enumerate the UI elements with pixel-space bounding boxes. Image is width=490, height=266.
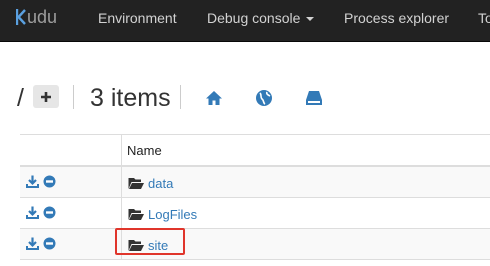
folder-link[interactable]: LogFiles — [128, 206, 197, 222]
folder-link[interactable]: data — [128, 175, 173, 191]
remove-icon[interactable] — [43, 175, 56, 188]
chevron-down-icon — [306, 17, 315, 22]
folder-open-icon — [128, 177, 144, 189]
row-actions — [20, 167, 122, 197]
row-name-cell: LogFiles — [123, 198, 490, 228]
name-column-header[interactable]: Name — [123, 135, 490, 165]
folder-name: data — [148, 175, 174, 191]
download-icon[interactable] — [26, 237, 39, 250]
highlight-annotation — [115, 228, 185, 255]
nav-tools[interactable]: To — [478, 9, 490, 29]
row-actions — [20, 198, 122, 228]
brand-text: udu — [27, 6, 58, 27]
globe-icon[interactable] — [255, 89, 273, 107]
nav-debug-console[interactable]: Debug console — [207, 9, 315, 29]
row-name-cell: data — [123, 167, 490, 197]
kudu-brand[interactable]: udu — [16, 5, 57, 29]
nav-debug-console-label: Debug console — [207, 10, 301, 26]
toolbar-divider — [180, 85, 181, 109]
top-navbar: udu Environment Debug console Process ex… — [0, 0, 490, 42]
table-row: site — [20, 229, 490, 260]
download-icon[interactable] — [26, 175, 39, 188]
download-icon[interactable] — [26, 206, 39, 219]
nav-environment[interactable]: Environment — [98, 9, 177, 29]
nav-process-explorer[interactable]: Process explorer — [344, 9, 449, 29]
row-actions — [20, 229, 122, 259]
drive-icon[interactable] — [305, 89, 323, 107]
plus-icon — [41, 91, 51, 102]
kudu-logo-icon — [16, 9, 26, 25]
folder-open-icon — [128, 208, 144, 220]
nav-tools-label: To — [478, 10, 490, 26]
nav-environment-label: Environment — [98, 10, 177, 26]
add-folder-button[interactable] — [33, 85, 59, 108]
home-icon[interactable] — [205, 89, 223, 107]
name-header-label: Name — [127, 143, 162, 158]
folder-name: LogFiles — [148, 206, 198, 222]
table-row: data — [20, 167, 490, 198]
table-row: LogFiles — [20, 198, 490, 229]
path-breadcrumb[interactable]: / — [17, 84, 24, 113]
table-header: Name — [20, 135, 490, 167]
nav-process-explorer-label: Process explorer — [344, 10, 450, 26]
remove-icon[interactable] — [43, 237, 56, 250]
file-list-table: Name data LogFiles site — [20, 134, 490, 260]
toolbar-divider — [73, 85, 74, 109]
remove-icon[interactable] — [43, 206, 56, 219]
actions-column-header — [20, 135, 122, 165]
items-count: 3 items — [90, 84, 171, 112]
